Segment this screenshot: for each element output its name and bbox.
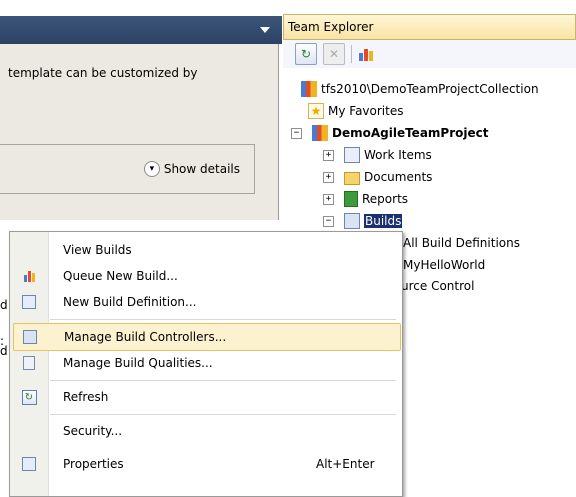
menu-item-shortcut: Alt+Enter: [316, 457, 375, 471]
work-items-icon: [344, 147, 360, 163]
documents-label: Documents: [364, 170, 433, 184]
reports-icon: [344, 191, 358, 207]
team-project-icon: [312, 125, 328, 141]
collapse-icon[interactable]: −: [323, 215, 334, 227]
expand-icon[interactable]: +: [323, 149, 334, 161]
collection-label: tfs2010\DemoTeamProjectCollection: [321, 82, 539, 96]
menu-item-label: View Builds: [63, 243, 132, 257]
toolbar-separator: [351, 45, 352, 63]
menu-item-label: Refresh: [63, 390, 109, 404]
menu-item-refresh[interactable]: ↻ Refresh: [13, 384, 399, 410]
text-fragment: d: [0, 298, 8, 312]
tree-node-collection[interactable]: tfs2010\DemoTeamProjectCollection: [301, 81, 539, 97]
team-explorer-header: Team Explorer: [283, 14, 576, 40]
tree-node-documents[interactable]: + Documents: [323, 169, 432, 185]
menu-item-new-build-definition[interactable]: New Build Definition...: [13, 289, 399, 315]
menu-item-manage-build-qualities[interactable]: Manage Build Qualities...: [13, 350, 399, 376]
menu-item-label: Queue New Build...: [63, 269, 178, 283]
details-section: ▾ Show details: [0, 144, 255, 194]
new-build-definition-icon: [22, 295, 36, 309]
menu-item-security[interactable]: Security...: [13, 418, 399, 444]
collapse-icon[interactable]: −: [291, 127, 302, 139]
builds-label: Builds: [364, 214, 403, 228]
editor-title-bar: [0, 16, 282, 44]
server-icon: [301, 81, 317, 97]
show-details-label: Show details: [163, 162, 240, 176]
reports-label: Reports: [362, 192, 409, 206]
favorites-label: My Favorites: [328, 104, 404, 118]
menu-separator: [50, 414, 396, 415]
menu-item-label: Properties: [63, 457, 124, 471]
team-explorer-toolbar: ↻ ✕: [283, 40, 576, 68]
show-details-button[interactable]: ▾ Show details: [143, 161, 240, 177]
star-icon: ★: [308, 103, 324, 119]
menu-separator: [50, 380, 396, 381]
tree-node-hello-world[interactable]: MyHelloWorld: [393, 257, 485, 273]
menu-item-label: New Build Definition...: [63, 295, 197, 309]
expand-icon[interactable]: +: [323, 171, 334, 183]
tree-node-reports[interactable]: + Reports: [323, 191, 408, 207]
text-fragment: d: [0, 344, 8, 358]
tree-node-project[interactable]: − DemoAgileTeamProject: [291, 125, 488, 141]
source-control-label: urce Control: [401, 279, 475, 293]
expand-icon[interactable]: +: [323, 193, 334, 205]
dropdown-arrow-icon[interactable]: [260, 27, 270, 33]
build-quality-icon: [23, 356, 35, 370]
menu-item-label: Manage Build Controllers...: [64, 330, 227, 344]
tree-node-source-control[interactable]: urce Control: [401, 279, 474, 293]
properties-icon: [22, 457, 36, 471]
work-items-label: Work Items: [364, 148, 432, 162]
menu-item-manage-build-controllers[interactable]: Manage Build Controllers...: [13, 323, 401, 351]
folder-icon: [344, 172, 360, 185]
all-build-definitions-label: All Build Definitions: [403, 236, 520, 250]
connect-project-icon[interactable]: [358, 45, 376, 63]
queue-build-icon: [22, 269, 36, 283]
tree-node-favorites[interactable]: ★ My Favorites: [308, 103, 403, 119]
menu-item-view-builds[interactable]: View Builds: [13, 237, 399, 263]
build-controller-icon: [23, 330, 37, 344]
stop-icon[interactable]: ✕: [323, 43, 345, 65]
tree-node-builds[interactable]: − Builds: [323, 213, 403, 229]
menu-separator: [50, 319, 396, 320]
builds-icon: [344, 213, 360, 229]
template-description: template can be customized by: [8, 66, 198, 80]
menu-item-properties[interactable]: Properties Alt+Enter: [13, 451, 399, 477]
context-menu: View Builds Queue New Build... New Build…: [9, 231, 403, 497]
chevron-down-icon: ▾: [143, 161, 160, 177]
project-label: DemoAgileTeamProject: [332, 126, 489, 140]
menu-item-label: Manage Build Qualities...: [63, 356, 213, 370]
menu-item-queue-new-build[interactable]: Queue New Build...: [13, 263, 399, 289]
refresh-icon: ↻: [21, 389, 37, 405]
editor-pane: template can be customized by ▾ Show det…: [0, 44, 279, 220]
tree-node-work-items[interactable]: + Work Items: [323, 147, 432, 163]
menu-item-label: Security...: [63, 424, 123, 438]
refresh-icon[interactable]: ↻: [295, 43, 317, 65]
hello-world-label: MyHelloWorld: [403, 258, 486, 272]
tree-node-all-build-definitions[interactable]: All Build Definitions: [393, 235, 520, 251]
